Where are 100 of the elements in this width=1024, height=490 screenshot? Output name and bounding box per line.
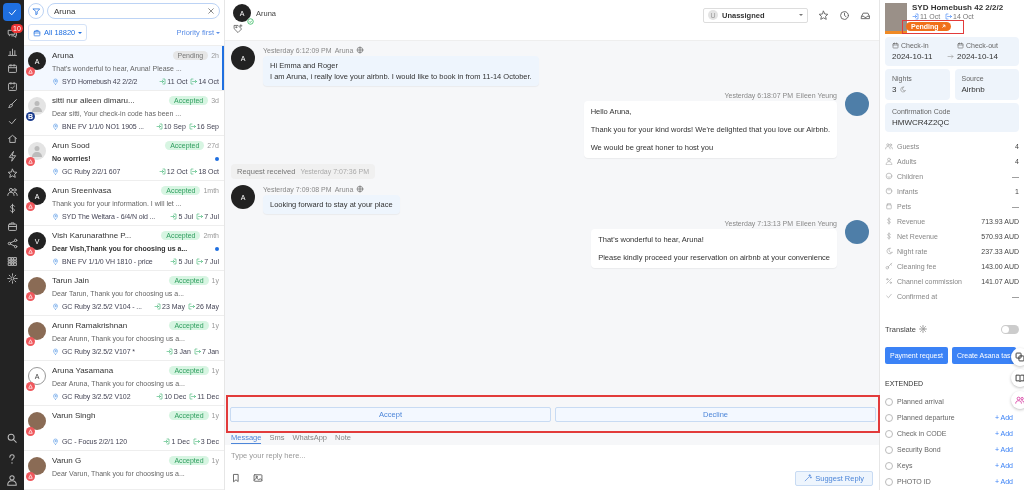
bar-chart-icon[interactable] xyxy=(6,45,18,57)
guest-name: Varun G xyxy=(52,456,83,465)
user-icon[interactable] xyxy=(6,473,18,486)
moon-icon xyxy=(885,247,893,256)
guest-name: Varun Singh xyxy=(52,411,97,420)
book-icon[interactable] xyxy=(1011,369,1024,387)
check-out-icon xyxy=(188,123,196,130)
checkmark-icon[interactable] xyxy=(6,115,18,127)
photo-placeholder xyxy=(28,277,46,295)
person-silhouette-icon xyxy=(28,142,46,160)
filter-icon xyxy=(31,6,41,16)
briefcase-icon[interactable] xyxy=(6,220,18,232)
people-icon[interactable] xyxy=(6,185,18,197)
airbnb-badge-icon xyxy=(26,427,35,436)
check-out-icon xyxy=(945,13,953,20)
radio-button[interactable] xyxy=(885,446,893,454)
nights-value: 3 xyxy=(892,84,897,94)
check-out-value: 2024-10-14 xyxy=(957,52,999,61)
dollar-icon xyxy=(885,232,893,241)
location-pin-icon xyxy=(52,213,59,220)
person-icon xyxy=(885,157,893,166)
guest-name: sitti nur aileen dimaru... xyxy=(52,96,136,105)
confirmation-code: HMWCR4Z2QC xyxy=(892,117,951,127)
airbnb-badge-icon xyxy=(26,337,35,346)
check-out-icon xyxy=(192,438,200,445)
check-in-icon xyxy=(912,13,919,20)
brush-icon[interactable] xyxy=(6,98,18,110)
checkmark-icon xyxy=(885,292,893,301)
photo-placeholder xyxy=(28,412,46,430)
image-icon[interactable] xyxy=(253,473,263,483)
star-icon[interactable] xyxy=(6,168,18,180)
radio-button[interactable] xyxy=(885,478,893,486)
location-pin-icon xyxy=(52,348,59,355)
translate-icon[interactable] xyxy=(1011,348,1024,366)
guest-name: Vish Karunarathne P... xyxy=(52,231,133,240)
calendar-check-icon[interactable] xyxy=(6,80,18,92)
location-pin-icon xyxy=(52,393,59,400)
grid-icon[interactable] xyxy=(6,255,18,267)
search-icon[interactable] xyxy=(6,431,18,444)
guest-name: Tarun Jain xyxy=(52,276,90,285)
airbnb-badge-icon xyxy=(26,67,35,76)
guest-name: Aruna xyxy=(52,51,75,60)
clock-icon[interactable] xyxy=(839,9,850,21)
airbnb-badge-icon xyxy=(26,157,35,166)
check-out-icon xyxy=(189,393,197,400)
check-icon xyxy=(6,6,18,18)
location-pin-icon xyxy=(52,78,59,85)
person-silhouette-icon xyxy=(28,97,46,115)
check-out-icon xyxy=(196,213,204,220)
close-icon[interactable] xyxy=(207,7,215,15)
location-pin-icon xyxy=(52,123,59,130)
property-photo-placeholder xyxy=(885,3,907,34)
external-link-icon xyxy=(940,24,946,29)
check-in-icon xyxy=(158,168,166,175)
app-logo-icon[interactable] xyxy=(3,3,21,21)
location-pin-icon xyxy=(52,303,59,310)
check-in-icon xyxy=(170,213,178,220)
check-in-icon xyxy=(163,438,171,445)
bookmark-icon[interactable] xyxy=(231,473,241,483)
calendar-icon[interactable] xyxy=(6,63,18,75)
source-value: Airbnb xyxy=(961,84,986,94)
location-pin-icon xyxy=(52,168,59,175)
check-out-icon xyxy=(193,348,201,355)
settings-icon[interactable] xyxy=(6,273,18,285)
check-out-icon xyxy=(188,303,196,310)
percent-icon xyxy=(885,277,893,286)
check-in-icon xyxy=(165,348,173,355)
airbnb-badge-icon xyxy=(26,382,35,391)
airbnb-badge-icon xyxy=(26,292,35,301)
guest-name: Arun Sreenivasa xyxy=(52,186,113,195)
check-in-icon xyxy=(154,303,162,310)
home-icon[interactable] xyxy=(6,133,18,145)
star-icon[interactable] xyxy=(818,9,829,21)
calendar-icon xyxy=(957,42,964,49)
search-field[interactable]: Aruna xyxy=(47,3,220,19)
lightning-icon[interactable] xyxy=(6,150,18,162)
radio-button[interactable] xyxy=(885,430,893,438)
magic-wand-icon xyxy=(804,474,813,482)
guest-name: Aruna Yasamana xyxy=(52,366,115,375)
share-icon[interactable] xyxy=(6,238,18,250)
calendar-icon xyxy=(892,42,899,49)
translate-toggle[interactable] xyxy=(1001,324,1019,334)
airbnb-badge-icon xyxy=(26,202,35,211)
check-in-icon xyxy=(156,393,164,400)
airbnb-badge-icon xyxy=(26,472,35,481)
check-in-icon xyxy=(155,123,163,130)
location-pin-icon xyxy=(52,258,59,265)
photo-placeholder xyxy=(845,220,869,244)
help-icon[interactable] xyxy=(6,452,18,465)
inbox-icon[interactable] xyxy=(860,9,871,21)
property-title: SYD Homebush 42 2/2/2 xyxy=(912,3,1004,12)
radio-button[interactable] xyxy=(885,398,893,406)
radio-button[interactable] xyxy=(885,414,893,422)
photo-placeholder xyxy=(845,92,869,116)
check-out-icon xyxy=(196,258,204,265)
check-out-icon xyxy=(190,168,198,175)
globe-icon xyxy=(356,185,365,193)
add-tag-icon[interactable] xyxy=(233,24,243,34)
radio-button[interactable] xyxy=(885,462,893,470)
check-out-icon xyxy=(190,78,198,85)
